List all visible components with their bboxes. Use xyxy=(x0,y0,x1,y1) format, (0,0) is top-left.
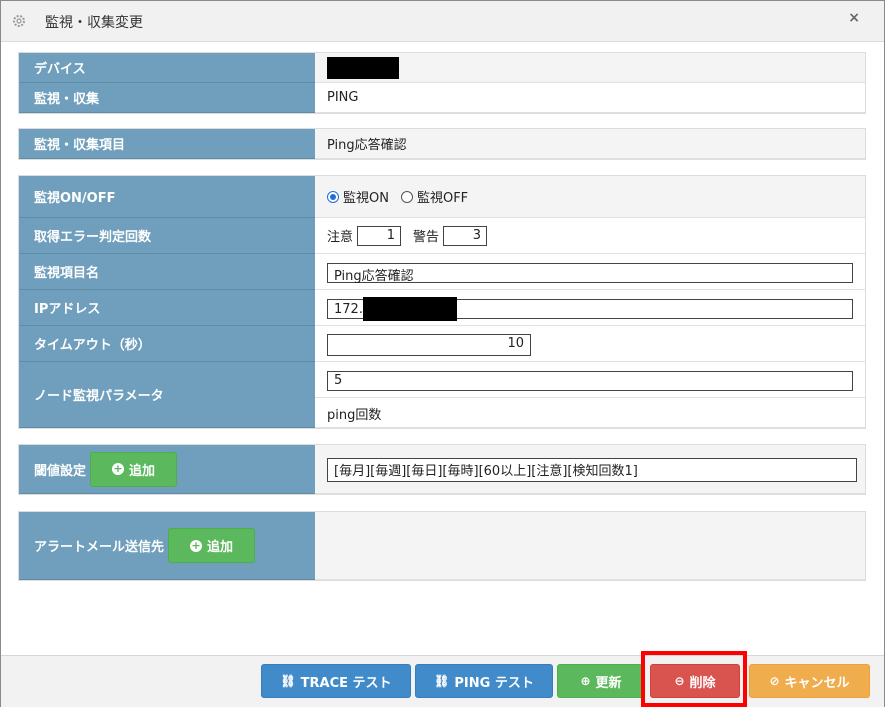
error-count-label: 取得エラー判定回数 xyxy=(19,218,315,254)
node-param-row: ノード監視パラメータ 5 ping回数 xyxy=(19,362,865,428)
error-count-value-cell: 注意 1 警告 3 xyxy=(315,218,865,254)
threshold-label-cell: 閾値設定 + 追加 xyxy=(19,445,315,494)
close-icon[interactable]: × xyxy=(848,10,860,26)
timeout-cell: 10 xyxy=(315,326,865,362)
minus-circle-icon: ⊖ xyxy=(674,674,685,688)
item-name-row: 監視項目名 Ping応答確認 xyxy=(19,254,865,290)
add-alert-mail-label: 追加 xyxy=(207,540,234,555)
gear-icon xyxy=(11,13,27,29)
monitor-off-label: 監視OFF xyxy=(416,191,469,206)
item-name-label: 監視項目名 xyxy=(19,254,315,290)
add-alert-mail-button[interactable]: + 追加 xyxy=(168,528,256,563)
dialog-title: 監視・収集変更 xyxy=(45,15,143,31)
trace-test-button[interactable]: ⛓ TRACE テスト xyxy=(261,664,411,698)
trace-test-label: TRACE テスト xyxy=(300,675,392,691)
threshold-label: 閾値設定 xyxy=(34,463,87,479)
device-value-cell xyxy=(315,53,865,83)
alert-mail-value-cell xyxy=(315,512,865,580)
timeout-label: タイムアウト（秒） xyxy=(19,326,315,362)
monitor-off-radio[interactable] xyxy=(400,190,413,203)
ip-row: IPアドレス 172. xyxy=(19,290,865,326)
item-value: Ping応答確認 xyxy=(315,129,865,159)
plus-circle-icon: ⊕ xyxy=(580,674,591,688)
monitor-type-value: PING xyxy=(315,83,865,113)
monitor-edit-dialog: 監視・収集変更 × デバイス 監視・収集 PING 監視・収集項目 Ping応答… xyxy=(0,0,885,707)
cancel-label: キャンセル xyxy=(784,675,850,691)
threshold-section: 閾値設定 + 追加 [毎月][毎週][毎日][毎時][60以上][注意][検知回… xyxy=(18,444,866,495)
caution-label: 注意 xyxy=(327,230,354,245)
add-threshold-button[interactable]: + 追加 xyxy=(90,451,178,487)
caution-count-input[interactable]: 1 xyxy=(357,225,402,246)
ping-test-label: PING テスト xyxy=(454,675,534,691)
item-name-input[interactable]: Ping応答確認 xyxy=(327,263,853,284)
threshold-value-cell: [毎月][毎週][毎日][毎時][60以上][注意][検知回数1] xyxy=(315,445,865,494)
alert-mail-section: アラートメール送信先 + 追加 xyxy=(18,511,866,581)
onoff-label: 監視ON/OFF xyxy=(19,176,315,218)
node-param-cell: 5 ping回数 xyxy=(315,362,865,428)
warning-count-input[interactable]: 3 xyxy=(443,225,488,246)
timeout-row: タイムアウト（秒） 10 xyxy=(19,326,865,362)
dialog-titlebar: 監視・収集変更 × xyxy=(1,1,884,42)
ping-test-button[interactable]: ⛓ PING テスト xyxy=(415,664,553,698)
delete-button[interactable]: ⊖ 削除 xyxy=(650,664,740,698)
sitemap-icon: ⛓ xyxy=(280,674,296,688)
alert-mail-row: アラートメール送信先 + 追加 xyxy=(19,512,865,580)
settings-section: 監視ON/OFF 監視ON 監視OFF 取得エラー判定回数 注意 1 警告 3 … xyxy=(18,175,866,429)
item-section: 監視・収集項目 Ping応答確認 xyxy=(18,128,866,160)
add-threshold-label: 追加 xyxy=(129,463,156,479)
item-row: 監視・収集項目 Ping応答確認 xyxy=(19,129,865,159)
threshold-row: 閾値設定 + 追加 [毎月][毎週][毎日][毎時][60以上][注意][検知回… xyxy=(19,445,865,494)
device-row: デバイス xyxy=(19,53,865,83)
redacted-device-name xyxy=(327,56,399,79)
ip-input-text: 172. xyxy=(334,301,363,317)
plus-circle-icon: + xyxy=(112,462,124,475)
monitor-on-label: 監視ON xyxy=(343,191,389,206)
ip-label: IPアドレス xyxy=(19,290,315,326)
monitor-on-radio[interactable] xyxy=(327,190,339,203)
warning-label: 警告 xyxy=(413,230,440,245)
sitemap-icon: ⛓ xyxy=(434,674,450,688)
node-param-label: ノード監視パラメータ xyxy=(19,362,315,428)
update-button[interactable]: ⊕ 更新 xyxy=(557,664,645,698)
ban-icon: ⊘ xyxy=(769,674,780,688)
ip-cell: 172. xyxy=(315,290,865,326)
monitor-type-row: 監視・収集 PING xyxy=(19,83,865,113)
dialog-footer: ⛓ TRACE テスト ⛓ PING テスト ⊕ 更新 ⊖ 削除 ⊘ キャンセル xyxy=(1,655,884,707)
device-section: デバイス 監視・収集 PING xyxy=(18,52,866,114)
item-name-cell: Ping応答確認 xyxy=(315,254,865,290)
onoff-value-cell: 監視ON 監視OFF xyxy=(315,176,865,218)
plus-circle-icon: + xyxy=(190,538,202,552)
timeout-input[interactable]: 10 xyxy=(327,334,531,356)
update-label: 更新 xyxy=(595,675,622,691)
redacted-ip xyxy=(362,297,457,321)
threshold-entry[interactable]: [毎月][毎週][毎日][毎時][60以上][注意][検知回数1] xyxy=(327,458,857,482)
cancel-button[interactable]: ⊘ キャンセル xyxy=(749,664,870,698)
alert-mail-label: アラートメール送信先 xyxy=(34,540,165,555)
delete-label: 削除 xyxy=(689,675,716,691)
error-count-row: 取得エラー判定回数 注意 1 警告 3 xyxy=(19,218,865,254)
item-label: 監視・収集項目 xyxy=(19,129,315,159)
node-param-divider xyxy=(315,397,865,398)
device-label: デバイス xyxy=(19,53,315,83)
ip-input[interactable]: 172. xyxy=(327,297,853,321)
node-param-input[interactable]: 5 xyxy=(327,371,853,391)
monitor-type-label: 監視・収集 xyxy=(19,83,315,113)
node-param-hint: ping回数 xyxy=(327,408,382,423)
alert-mail-label-cell: アラートメール送信先 + 追加 xyxy=(19,512,315,580)
onoff-row: 監視ON/OFF 監視ON 監視OFF xyxy=(19,176,865,218)
